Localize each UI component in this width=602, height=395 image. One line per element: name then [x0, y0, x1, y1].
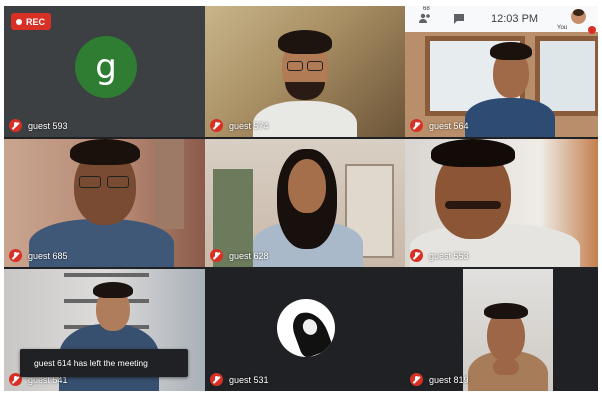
mic-off-icon	[9, 249, 22, 262]
chat-icon[interactable]	[453, 13, 465, 27]
participant-tile[interactable]: REC g guest 593	[4, 6, 205, 137]
record-dot-icon	[16, 18, 22, 25]
participants-count: 68	[423, 6, 430, 12]
participant-tile[interactable]: guest 553	[405, 139, 598, 267]
video-feed	[205, 6, 405, 137]
participant-name: guest 564	[429, 121, 469, 131]
meeting-clock: 12:03 PM	[491, 13, 539, 25]
video-feed	[405, 139, 598, 267]
mic-off-icon	[410, 373, 423, 386]
participant-name: guest 531	[229, 375, 269, 385]
participant-name: guest 593	[28, 121, 68, 131]
mic-off-icon	[210, 119, 223, 132]
participant-tile[interactable]: guest 628	[205, 139, 405, 267]
mic-off-icon	[9, 119, 22, 132]
mic-off-icon	[210, 249, 223, 262]
recording-label: REC	[26, 16, 46, 27]
participant-name: guest 628	[229, 251, 269, 261]
mic-off-icon	[410, 119, 423, 132]
mic-off-icon	[588, 26, 596, 34]
self-label: You	[557, 25, 568, 31]
avatar: g	[75, 36, 137, 98]
avatar	[277, 299, 335, 357]
participant-tile[interactable]: guest 685	[4, 139, 205, 267]
participant-tile[interactable]: guest 819	[405, 269, 598, 391]
mic-off-icon	[210, 373, 223, 386]
leave-notification: guest 614 has left the meeting	[20, 349, 188, 377]
participant-tile[interactable]: 68 12:03 PM You guest 564	[405, 6, 598, 137]
recording-indicator: REC	[11, 13, 52, 30]
video-feed	[4, 139, 205, 267]
participant-name: guest 819	[429, 375, 469, 385]
mic-off-icon	[410, 249, 423, 262]
video-feed	[463, 269, 553, 391]
participant-name: guest 553	[429, 251, 469, 261]
avatar	[571, 9, 586, 24]
participant-name: guest 685	[28, 251, 68, 261]
participant-name: guest 574	[229, 121, 269, 131]
participants-icon[interactable]	[419, 13, 431, 23]
video-feed	[205, 139, 405, 267]
notification-text: guest 614 has left the meeting	[34, 358, 148, 368]
participant-tile[interactable]: guest 574	[205, 6, 405, 137]
meeting-topbar: 68 12:03 PM You	[405, 6, 598, 34]
